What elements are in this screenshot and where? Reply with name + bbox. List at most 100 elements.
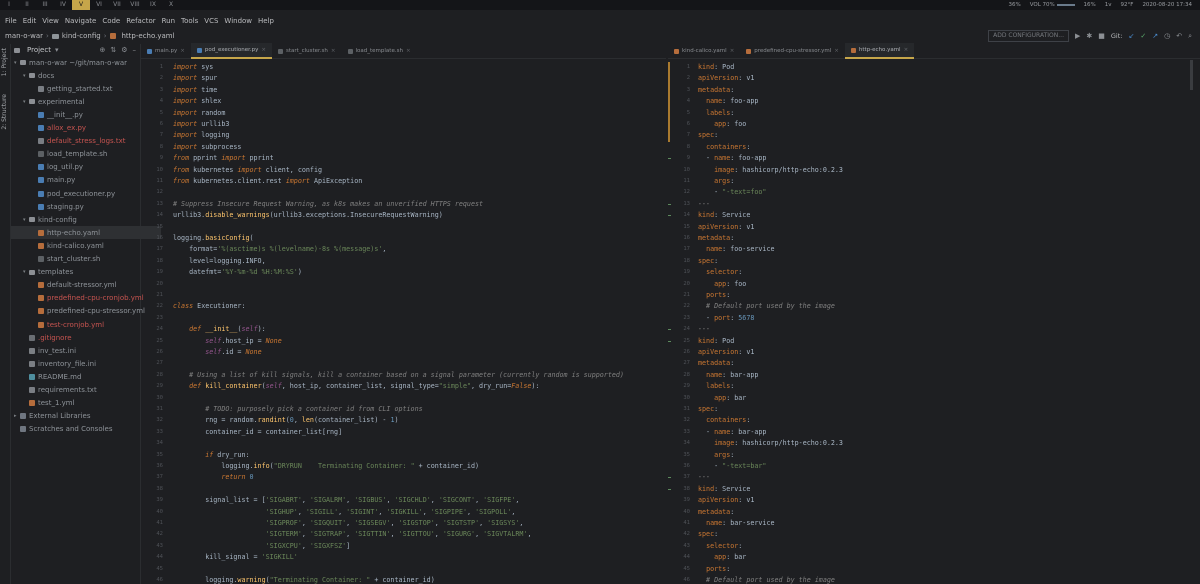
run-icon[interactable]: ▶ [1075, 32, 1080, 40]
menu-refactor[interactable]: Refactor [126, 15, 155, 27]
menu-run[interactable]: Run [162, 15, 175, 27]
tree-folder[interactable]: ▾ kind-config [11, 213, 152, 226]
editor-scrollbar[interactable] [1190, 60, 1193, 90]
python-editor[interactable]: 1 import sys 2 import spur 3 import time 4 impo… [141, 60, 666, 584]
tree-file[interactable]: .gitignore [11, 331, 152, 344]
add-configuration-button[interactable]: ADD CONFIGURATION... [988, 30, 1069, 42]
locate-icon[interactable]: ⊕ [99, 46, 105, 54]
stop-icon[interactable]: ■ [1098, 32, 1105, 40]
close-tab-icon[interactable]: × [834, 48, 839, 54]
workspace-1[interactable]: I [0, 0, 18, 10]
workspace-9[interactable]: IX [144, 0, 162, 10]
menu-vcs[interactable]: VCS [204, 15, 218, 27]
workspace-2[interactable]: II [18, 0, 36, 10]
workspace-3[interactable]: III [36, 0, 54, 10]
tree-file[interactable]: test_1.yml [11, 397, 152, 410]
tree-file[interactable]: test-cronjob.yml [11, 318, 161, 331]
collapse-all-icon[interactable]: ⇅ [110, 46, 116, 54]
menu-navigate[interactable]: Navigate [65, 15, 96, 27]
tree-file[interactable]: requirements.txt [11, 384, 152, 397]
vcs-added-marker[interactable] [668, 340, 671, 342]
tree-file[interactable]: start_cluster.sh [11, 253, 161, 266]
tree-file[interactable]: http-echo.yaml [11, 226, 161, 240]
editor-tab[interactable]: http-echo.yaml × [844, 43, 915, 59]
editor-tab[interactable]: kind-calico.yaml × [668, 44, 740, 58]
code-line: level=logging.INFO, [173, 256, 266, 267]
vcs-change-marker[interactable] [668, 62, 670, 142]
tree-file[interactable]: predefined-cpu-cronjob.yml [11, 292, 161, 305]
rollback-icon[interactable]: ↶ [1176, 32, 1182, 40]
editor-tab[interactable]: predefined-cpu-stressor.yml × [740, 44, 845, 58]
close-tab-icon[interactable]: × [261, 47, 266, 53]
tree-file[interactable]: default_stress_logs.txt [11, 135, 161, 148]
menu-help[interactable]: Help [258, 15, 274, 27]
tree-item-label: allox_ex.py [47, 124, 87, 132]
hide-icon[interactable]: – [133, 46, 137, 54]
close-tab-icon[interactable]: × [904, 47, 909, 53]
git-push-icon[interactable]: ↗ [1152, 32, 1158, 40]
editor-tab[interactable]: main.py × [141, 44, 191, 58]
workspace-8[interactable]: VIII [126, 0, 144, 10]
tree-file[interactable]: predefined-cpu-stressor.yml [11, 305, 161, 318]
menu-tools[interactable]: Tools [181, 15, 198, 27]
vcs-added-marker[interactable] [668, 158, 671, 160]
menu-code[interactable]: Code [102, 15, 120, 27]
tree-file[interactable]: __init__.py [11, 108, 161, 121]
tree-file[interactable]: inv_test.ini [11, 344, 152, 357]
menu-file[interactable]: File [5, 15, 17, 27]
close-tab-icon[interactable]: × [331, 48, 336, 54]
menu-window[interactable]: Window [224, 15, 252, 27]
tree-file[interactable]: main.py [11, 174, 161, 187]
tree-file[interactable]: inventory_file.ini [11, 357, 152, 370]
close-tab-icon[interactable]: × [730, 48, 735, 54]
tree-file[interactable]: allox_ex.py [11, 122, 161, 135]
tree-file[interactable]: log_util.py [11, 161, 161, 174]
vcs-added-marker[interactable] [668, 329, 671, 331]
tree-file[interactable]: README.md [11, 370, 152, 383]
tab-structure-tool[interactable]: 2: Structure [1, 94, 8, 130]
gear-icon[interactable]: ⚙ [121, 46, 127, 54]
vcs-added-marker[interactable] [668, 477, 671, 479]
breadcrumb-project[interactable]: man-o-war [5, 32, 43, 40]
tree-file[interactable]: kind-calico.yaml [11, 239, 161, 252]
chevron-down-icon[interactable]: ▾ [55, 46, 59, 54]
search-icon[interactable]: ⌕ [1188, 32, 1192, 41]
tree-file[interactable]: Scratches and Consoles [11, 423, 143, 436]
tree-file[interactable]: ▸ External Libraries [11, 410, 143, 423]
history-icon[interactable]: ◷ [1164, 32, 1170, 40]
workspace-6[interactable]: VI [90, 0, 108, 10]
git-commit-icon[interactable]: ✓ [1140, 32, 1146, 40]
breadcrumb-file[interactable]: http-echo.yaml [122, 32, 175, 40]
workspace-4[interactable]: IV [54, 0, 72, 10]
workspace-7[interactable]: VII [108, 0, 126, 10]
editor-tab[interactable]: start_cluster.sh × [272, 44, 341, 58]
close-tab-icon[interactable]: × [406, 48, 411, 54]
editor-tab[interactable]: pod_executioner.py × [190, 43, 273, 59]
debug-icon[interactable]: ✱ [1086, 32, 1092, 40]
tree-file[interactable]: load_template.sh [11, 148, 161, 161]
tab-project-tool[interactable]: 1: Project [1, 48, 8, 76]
menu-view[interactable]: View [42, 15, 59, 27]
vcs-added-marker[interactable] [668, 215, 671, 217]
tree-folder[interactable]: ▾ templates [11, 266, 152, 279]
menu-edit[interactable]: Edit [23, 15, 37, 27]
git-update-icon[interactable]: ↙ [1128, 32, 1134, 40]
workspace-10[interactable]: X [162, 0, 180, 10]
tree-file[interactable]: default-stressor.yml [11, 279, 161, 292]
project-title[interactable]: Project [27, 46, 51, 54]
tree-file[interactable]: getting_started.txt [11, 82, 161, 95]
line-number: 19 [156, 269, 163, 276]
vcs-added-marker[interactable] [668, 203, 671, 205]
yaml-editor[interactable]: 1 kind: Pod 2 apiVersion: v1 3 metadata: 4 nam… [668, 60, 1190, 584]
tree-file[interactable]: pod_executioner.py [11, 187, 161, 200]
tree-folder[interactable]: ▾ experimental [11, 95, 152, 108]
code-token: , [475, 530, 484, 539]
close-tab-icon[interactable]: × [180, 48, 185, 54]
breadcrumb-folder[interactable]: kind-config [62, 32, 101, 40]
tree-file[interactable]: staging.py [11, 200, 161, 213]
workspace-5[interactable]: V [72, 0, 90, 10]
vcs-added-marker[interactable] [668, 488, 671, 490]
editor-tab[interactable]: load_template.sh × [342, 44, 417, 58]
tree-folder[interactable]: ▾ docs [11, 69, 152, 82]
tree-folder[interactable]: ▾ man-o-war ~/git/man-o-war [11, 56, 143, 69]
